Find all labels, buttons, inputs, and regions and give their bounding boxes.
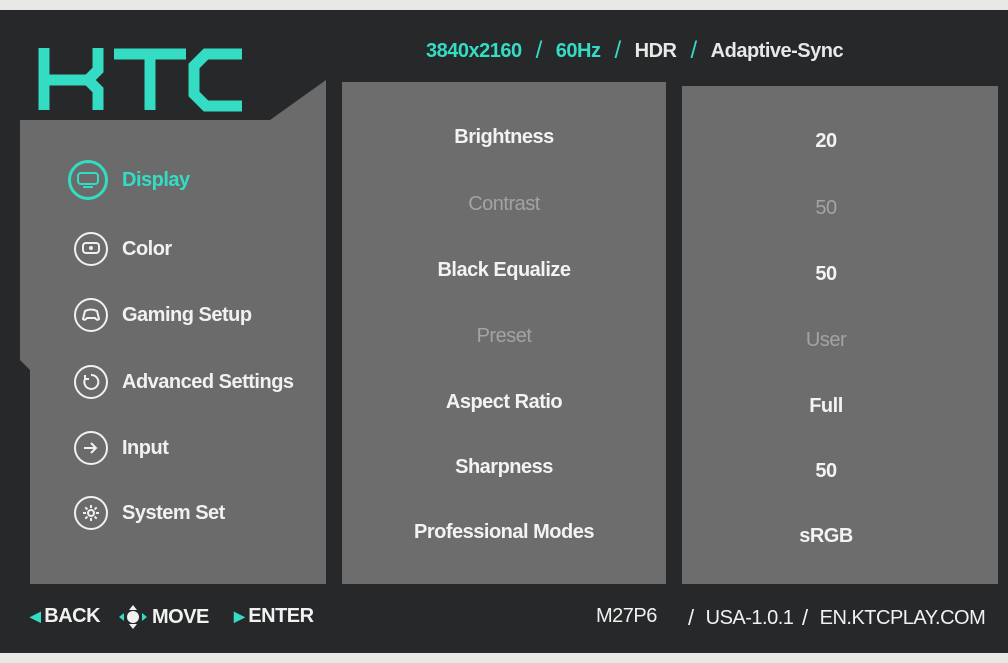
value-black-equalize[interactable]: 50 — [668, 263, 984, 286]
enter-label: ENTER — [248, 605, 314, 627]
separator: / — [535, 37, 543, 64]
back-label: BACK — [44, 605, 101, 627]
model-text: M27P6 — [596, 605, 657, 628]
resolution-text: 3840x2160 — [426, 39, 522, 62]
refresh-rate-text: 60Hz — [555, 39, 601, 62]
firmware-text: / USA-1.0.1 — [688, 605, 794, 631]
move-label: MOVE — [152, 605, 209, 628]
ktc-logo — [38, 48, 242, 112]
hdr-text: HDR — [634, 39, 677, 62]
setting-professional-modes[interactable]: Professional Modes — [342, 521, 666, 544]
value-preset: User — [805, 329, 847, 351]
enter-hint[interactable]: ▶ ENTER — [234, 605, 314, 628]
dpad-icon — [119, 605, 147, 629]
nav-item-label: Gaming Setup — [122, 303, 252, 326]
settings-value-panel: 20 50 50 User Full 50 sRGB — [682, 86, 998, 584]
footer-bar: ◀ BACK MOVE ▶ ENTER M27P6 / USA-1.0.1 / — [0, 595, 1008, 639]
value-brightness[interactable]: 20 — [668, 130, 984, 153]
nav-item-label: Input — [122, 436, 169, 459]
website-label: EN.KTCPLAY.COM — [819, 606, 986, 629]
firmware-label: USA-1.0.1 — [705, 606, 794, 629]
nav-item-system-set[interactable]: System Set — [74, 493, 225, 533]
separator: / — [690, 37, 698, 64]
back-arrow-icon: ◀ — [30, 608, 41, 624]
sync-text: Adaptive-Sync — [710, 39, 844, 62]
setting-sharpness[interactable]: Sharpness — [342, 456, 666, 479]
advanced-settings-icon — [74, 365, 108, 399]
nav-item-display[interactable]: Display — [68, 160, 190, 200]
separator: / — [688, 605, 694, 630]
nav-item-label: Advanced Settings — [122, 370, 294, 393]
nav-item-input[interactable]: Input — [74, 428, 169, 468]
signal-status-bar: 3840x2160 / 60Hz / HDR / Adaptive-Sync — [426, 36, 844, 66]
input-icon — [74, 431, 108, 465]
value-aspect-ratio[interactable]: Full — [668, 395, 984, 418]
color-icon — [74, 232, 108, 266]
nav-item-label: Color — [122, 237, 172, 260]
gamepad-icon — [74, 298, 108, 332]
nav-item-label: Display — [122, 168, 190, 191]
value-professional-modes[interactable]: sRGB — [668, 525, 984, 548]
settings-label-panel: Brightness Contrast Black Equalize Prese… — [342, 82, 666, 584]
setting-aspect-ratio[interactable]: Aspect Ratio — [342, 391, 666, 414]
separator: / — [614, 37, 621, 64]
nav-item-color[interactable]: Color — [74, 229, 172, 269]
model-label: M27P6 — [596, 605, 657, 627]
value-contrast: 50 — [815, 197, 837, 219]
setting-preset: Preset — [476, 325, 532, 347]
website-text: / EN.KTCPLAY.COM — [802, 605, 986, 631]
nav-item-label: System Set — [122, 501, 225, 524]
back-hint[interactable]: ◀ BACK — [30, 605, 101, 628]
gear-icon — [74, 496, 108, 530]
setting-brightness[interactable]: Brightness — [342, 126, 666, 149]
setting-black-equalize[interactable]: Black Equalize — [342, 259, 666, 282]
nav-item-gaming-setup[interactable]: Gaming Setup — [74, 295, 252, 335]
value-sharpness[interactable]: 50 — [668, 460, 984, 483]
enter-arrow-icon: ▶ — [234, 608, 245, 624]
osd-screen: 3840x2160 / 60Hz / HDR / Adaptive-Sync D… — [0, 10, 1008, 653]
nav-item-advanced-settings[interactable]: Advanced Settings — [74, 362, 294, 402]
separator: / — [802, 605, 808, 630]
setting-contrast: Contrast — [468, 193, 540, 215]
move-hint[interactable]: MOVE — [118, 605, 209, 629]
monitor-icon — [68, 160, 108, 200]
